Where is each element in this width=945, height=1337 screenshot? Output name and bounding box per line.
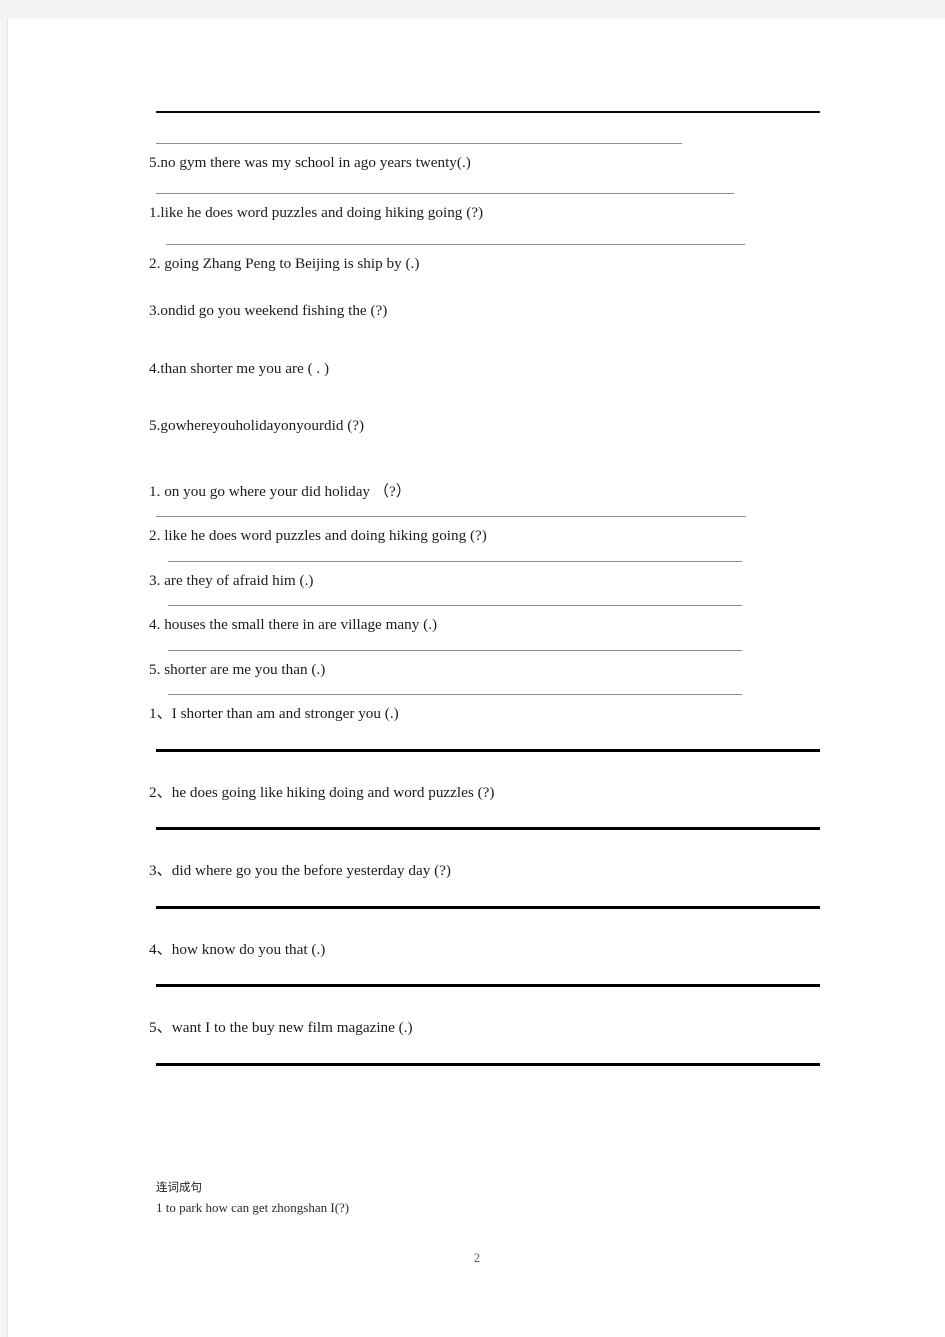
- exercise-item: 1. on you go where your did holiday （?）: [149, 482, 411, 500]
- exercise-item: 4.than shorter me you are ( . ): [149, 359, 330, 377]
- exercise-item: 1.like he does word puzzles and doing hi…: [149, 204, 484, 222]
- exercise-item: 5. shorter are me you than (.): [149, 660, 326, 678]
- exercise-item: 3. are they of afraid him (.): [149, 571, 314, 589]
- answer-rule-c5[interactable]: [156, 1062, 820, 1066]
- exercise-item: 5、want I to the buy new film magazine (.…: [149, 1019, 413, 1037]
- exercise-item: 2. going Zhang Peng to Beijing is ship b…: [149, 254, 420, 272]
- exercise-item: 2、he does going like hiking doing and wo…: [149, 783, 495, 801]
- exercise-item: 4. houses the small there in are village…: [149, 616, 438, 634]
- exercise-item: 5.no gym there was my school in ago year…: [149, 154, 471, 171]
- exercise-item: 2. like he does word puzzles and doing h…: [149, 527, 487, 545]
- worksheet-content: 5.no gym there was my school in ago year…: [149, 111, 829, 1066]
- footer-block: 连词成句 1 to park how can get zhongshan I(?…: [156, 1180, 756, 1217]
- exercise-item: 1、I shorter than am and stronger you (.): [149, 705, 399, 723]
- exercise-item: 4、how know do you that (.): [149, 940, 326, 958]
- exercise-item: 3.ondid go you weekend fishing the (?): [149, 302, 388, 320]
- footer-exercise-item: 1 to park how can get zhongshan I(?): [156, 1199, 350, 1215]
- document-page: 5.no gym there was my school in ago year…: [7, 19, 945, 1337]
- exercise-item: 5.gowhereyouholidayonyourdid (?): [149, 417, 365, 435]
- exercise-item: 3、did where go you the before yesterday …: [149, 862, 451, 880]
- page-number: 2: [473, 1251, 481, 1265]
- footer-heading: 连词成句: [156, 1180, 202, 1194]
